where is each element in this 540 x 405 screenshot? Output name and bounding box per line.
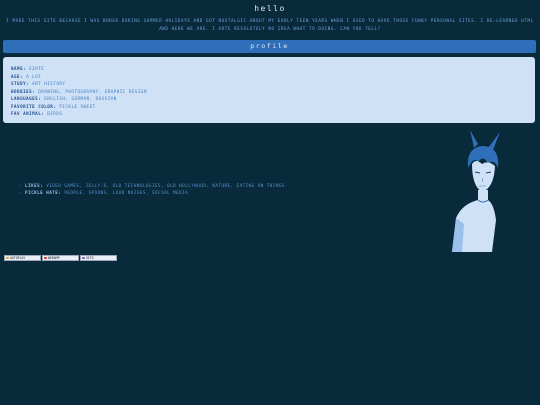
webamp-badge[interactable]: webamp xyxy=(42,255,79,261)
character-illustration xyxy=(452,130,500,252)
badge-dot-icon xyxy=(44,256,47,260)
field-key: hobbies: xyxy=(11,88,36,94)
profile-panel: name: ezhte age: a lot study: art histor… xyxy=(3,57,535,123)
field-value: drawing, photography, graphic design xyxy=(38,88,147,94)
profile-header: profile xyxy=(3,40,536,53)
field-key: name: xyxy=(11,66,27,71)
field-value: art history xyxy=(32,81,66,86)
field-value: a lot xyxy=(26,73,42,79)
badge-dot-icon xyxy=(6,256,9,260)
likes-key: likes: xyxy=(25,183,44,188)
page-title: hello xyxy=(254,4,286,13)
profile-field-hobbies: hobbies: drawing, photography, graphic d… xyxy=(11,89,147,94)
field-value: pickle sweet xyxy=(59,103,96,109)
gifs-badge[interactable]: gifs xyxy=(80,255,117,261)
profile-field-age: age: a lot xyxy=(11,74,41,79)
profile-field-languages: languages: english, german, russian xyxy=(11,96,117,101)
field-key: fav animal: xyxy=(11,111,45,116)
intro-text: i made this site because i was bored dur… xyxy=(6,18,534,31)
badge-label: autoplay xyxy=(10,256,26,260)
field-key: languages: xyxy=(11,96,42,101)
badge-label: webamp xyxy=(48,256,60,260)
profile-field-fav-animal: fav animal: birds xyxy=(11,111,62,116)
profile-field-favorite-color: favorite color: pickle sweet xyxy=(11,104,96,109)
likes-value: video games, jelly-o, old technologies, … xyxy=(46,183,285,188)
field-value: birds xyxy=(47,111,63,116)
likes-line: › likes: video games, jelly-o, old techn… xyxy=(19,183,285,188)
badge-dot-icon xyxy=(82,256,85,260)
hates-value: people, spoons, loud noises, social medi… xyxy=(64,190,189,195)
autoplay-badge[interactable]: autoplay xyxy=(4,255,41,261)
profile-field-study: study: art history xyxy=(11,81,65,86)
hates-key: pickle hate: xyxy=(25,190,62,195)
badge-label: gifs xyxy=(86,256,94,260)
profile-field-name: name: ezhte xyxy=(11,66,44,71)
field-value: english, german, russian xyxy=(44,96,117,101)
field-value: ezhte xyxy=(29,66,45,71)
field-key: study: xyxy=(11,81,30,86)
field-key: age: xyxy=(11,73,24,79)
field-key: favorite color: xyxy=(11,103,57,109)
hates-line: › pickle hate: people, spoons, loud nois… xyxy=(19,190,189,195)
